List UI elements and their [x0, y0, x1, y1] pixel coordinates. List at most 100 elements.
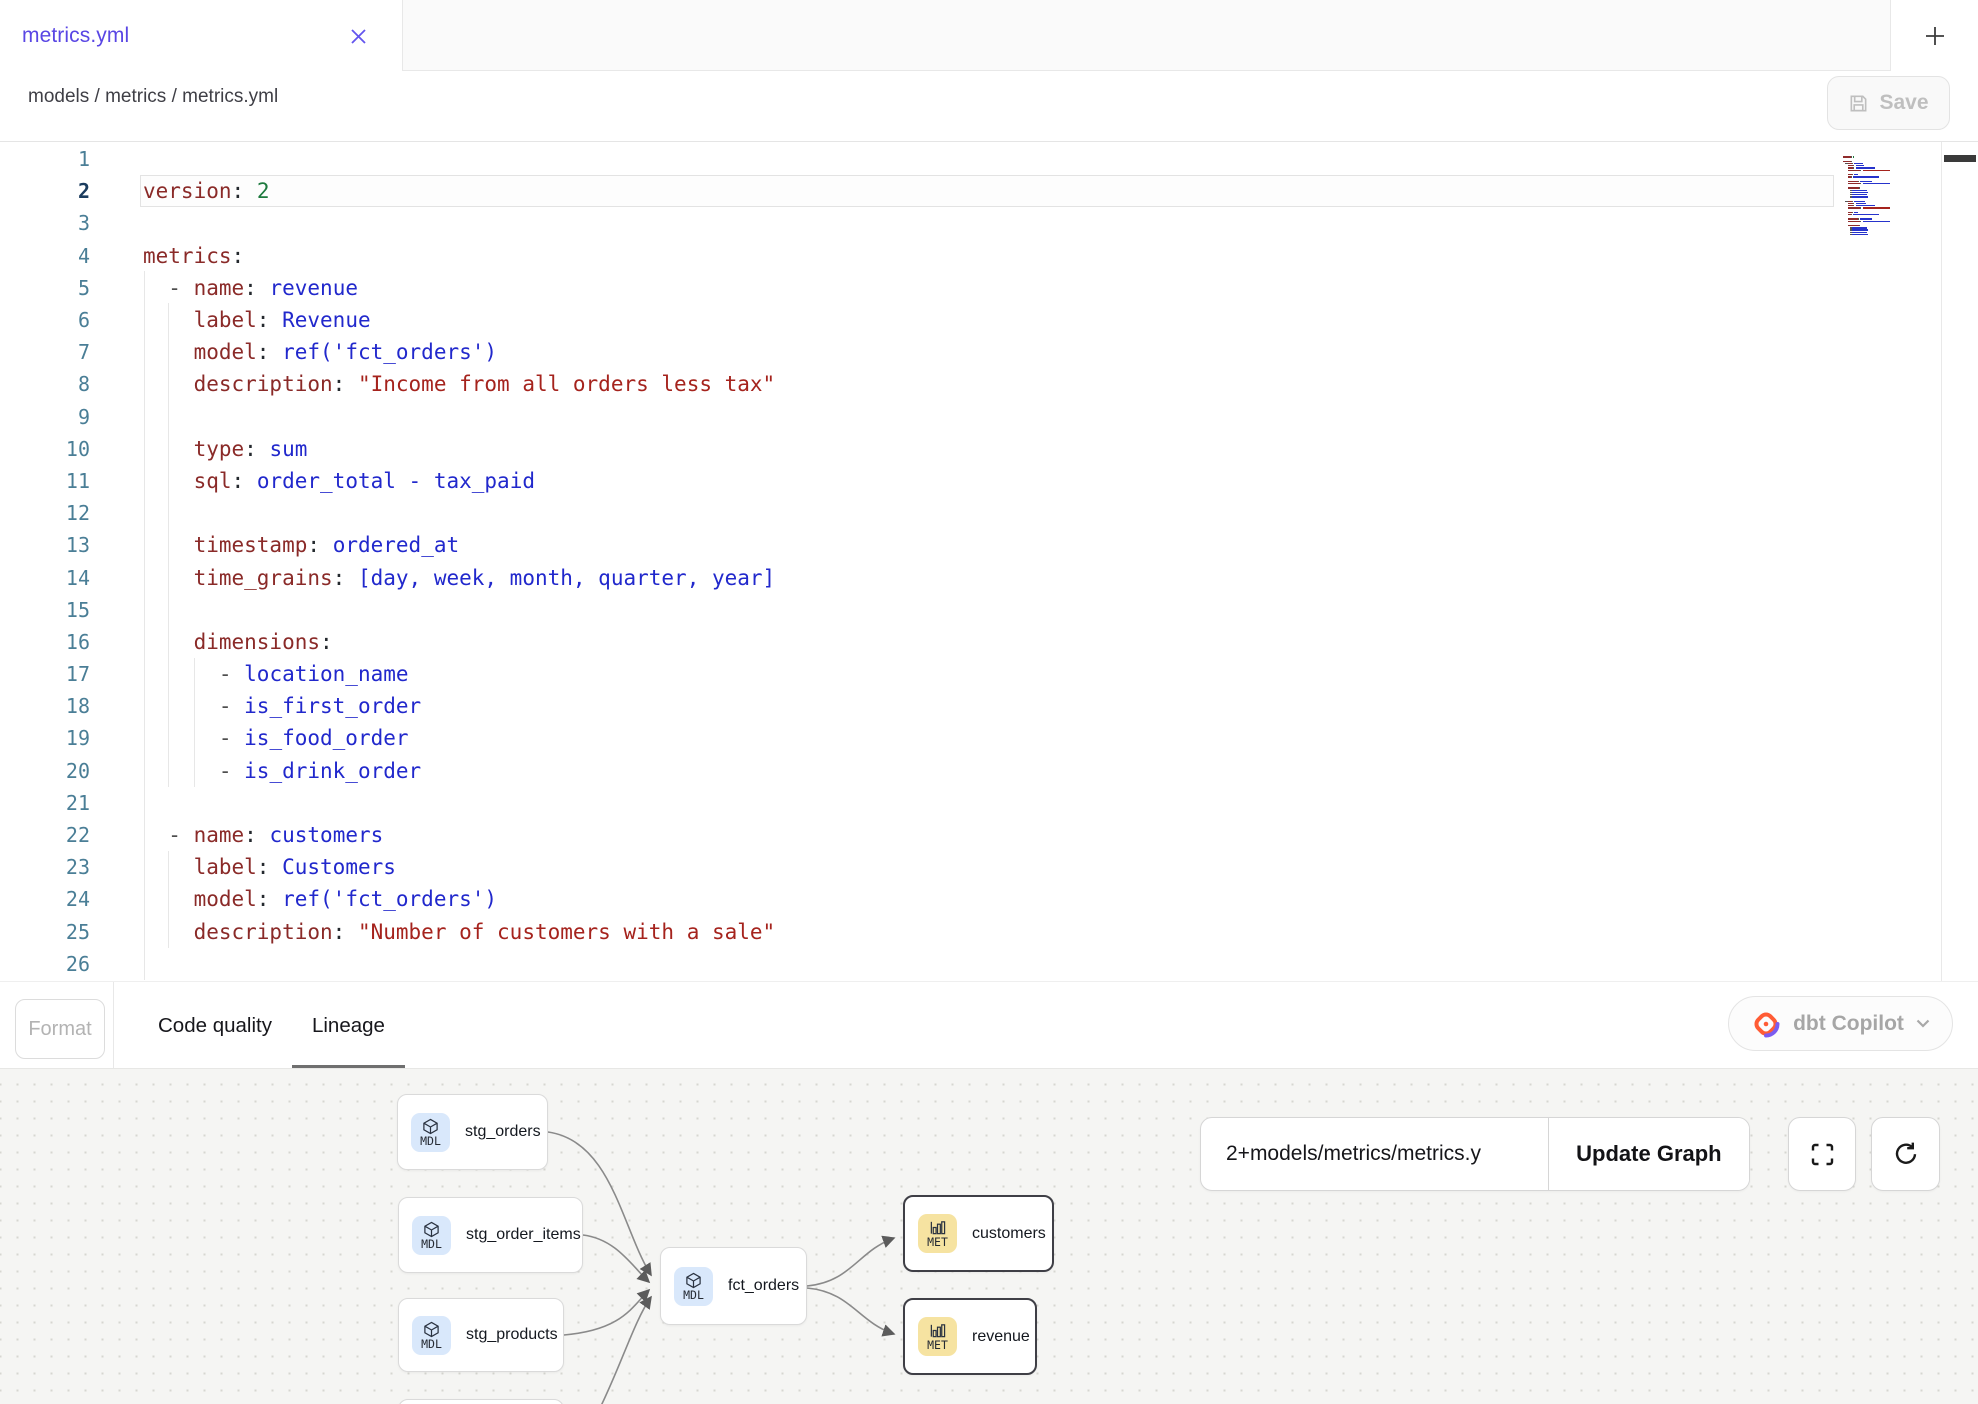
- scrollbar-thumb[interactable]: [1944, 155, 1976, 162]
- line-number: 12: [0, 501, 90, 525]
- editor-line[interactable]: 3: [0, 207, 1978, 239]
- save-label: Save: [1879, 91, 1928, 115]
- tab-metrics-yml[interactable]: metrics.yml: [0, 0, 402, 71]
- minimap-row: [1843, 185, 1890, 186]
- minimap-row: [1843, 170, 1890, 171]
- editor-right-separator: [1941, 142, 1942, 981]
- line-code: time_grains: [day, week, month, quarter,…: [90, 566, 775, 590]
- minimap-row: [1843, 201, 1890, 202]
- lineage-node-stg_order_items[interactable]: MDL stg_order_items: [398, 1197, 583, 1273]
- save-button[interactable]: Save: [1827, 76, 1950, 130]
- metric-chart-icon: [929, 1219, 946, 1236]
- minimap-row: [1843, 183, 1890, 184]
- close-tab-button[interactable]: [346, 24, 370, 48]
- refresh-button[interactable]: [1871, 1117, 1940, 1191]
- editor-line[interactable]: 14 time_grains: [day, week, month, quart…: [0, 561, 1978, 593]
- graph-filter-input[interactable]: [1201, 1118, 1548, 1190]
- editor-line[interactable]: 15: [0, 594, 1978, 626]
- line-number: 5: [0, 276, 90, 300]
- minimap-row: [1843, 190, 1890, 191]
- editor-line[interactable]: 6 label: Revenue: [0, 304, 1978, 336]
- editor-line[interactable]: 4metrics:: [0, 240, 1978, 272]
- editor-line[interactable]: 11 sql: order_total - tax_paid: [0, 465, 1978, 497]
- lineage-node-partial-node[interactable]: MDL: [398, 1399, 564, 1404]
- editor-line[interactable]: 12: [0, 497, 1978, 529]
- editor-line[interactable]: 1: [0, 143, 1978, 175]
- editor-line[interactable]: 10 type: sum: [0, 433, 1978, 465]
- minimap-row: [1843, 167, 1890, 168]
- minimap-row: [1843, 161, 1890, 162]
- line-number: 26: [0, 952, 90, 976]
- tab-code-quality[interactable]: Code quality: [138, 982, 292, 1069]
- editor-line[interactable]: 9: [0, 401, 1978, 433]
- badge-label: MDL: [683, 1290, 704, 1301]
- minimap[interactable]: [1843, 154, 1890, 236]
- editor-line[interactable]: 23 label: Customers: [0, 851, 1978, 883]
- line-number: 17: [0, 662, 90, 686]
- copilot-label: dbt Copilot: [1793, 1012, 1904, 1036]
- editor-line[interactable]: 24 model: ref('fct_orders'): [0, 883, 1978, 915]
- breadcrumb: models / metrics / metrics.yml: [28, 86, 278, 108]
- line-code: - name: customers: [90, 823, 383, 847]
- model-cube-icon: [423, 1321, 440, 1338]
- metric-chart-icon: [929, 1322, 946, 1339]
- editor-line[interactable]: 25 description: "Number of customers wit…: [0, 916, 1978, 948]
- editor-line[interactable]: 2version: 2: [0, 175, 1978, 207]
- editor-line[interactable]: 20 - is_drink_order: [0, 755, 1978, 787]
- chevron-down-icon: [1916, 1019, 1930, 1028]
- mdl-badge: MDL: [412, 1316, 451, 1355]
- line-number: 16: [0, 630, 90, 654]
- badge-label: MDL: [421, 1239, 442, 1250]
- line-code: - name: revenue: [90, 276, 358, 300]
- editor-line[interactable]: 22 - name: customers: [0, 819, 1978, 851]
- lineage-node-stg_products[interactable]: MDLstg_products: [398, 1298, 564, 1372]
- tab-lineage[interactable]: Lineage: [292, 982, 405, 1069]
- editor-line[interactable]: 26: [0, 948, 1978, 980]
- line-number: 4: [0, 244, 90, 268]
- minimap-row: [1843, 234, 1890, 235]
- save-icon: [1848, 93, 1869, 114]
- lineage-node-revenue[interactable]: METrevenue: [903, 1298, 1037, 1375]
- model-cube-icon: [422, 1118, 439, 1135]
- editor-line[interactable]: 19 - is_food_order: [0, 722, 1978, 754]
- line-code: - location_name: [90, 662, 409, 686]
- code-editor[interactable]: 12version: 234metrics:5 - name: revenue6…: [0, 141, 1978, 981]
- editor-line[interactable]: 16 dimensions:: [0, 626, 1978, 658]
- update-graph-button[interactable]: Update Graph: [1548, 1118, 1749, 1190]
- new-tab-button[interactable]: [1890, 0, 1978, 71]
- badge-label: MET: [927, 1340, 948, 1351]
- lineage-graph[interactable]: MDLstg_orders MDL stg_order_items MDLstg_pr…: [0, 1068, 1978, 1404]
- minimap-row: [1843, 218, 1890, 219]
- editor-line[interactable]: 21: [0, 787, 1978, 819]
- minimap-row: [1843, 156, 1890, 157]
- dbt-copilot-button[interactable]: dbt Copilot: [1728, 996, 1953, 1051]
- line-code: label: Revenue: [90, 308, 371, 332]
- editor-line[interactable]: 17 - location_name: [0, 658, 1978, 690]
- minimap-row: [1843, 192, 1890, 193]
- minimap-row: [1843, 214, 1890, 215]
- fullscreen-button[interactable]: [1788, 1117, 1856, 1191]
- minimap-row: [1843, 165, 1890, 166]
- editor-line[interactable]: 5 - name: revenue: [0, 272, 1978, 304]
- line-number: 3: [0, 211, 90, 235]
- lineage-node-fct_orders[interactable]: MDLfct_orders: [660, 1247, 807, 1325]
- format-button[interactable]: Format: [15, 999, 105, 1059]
- line-code: - is_drink_order: [90, 759, 421, 783]
- line-number: 9: [0, 405, 90, 429]
- minimap-row: [1843, 158, 1890, 159]
- editor-line[interactable]: 7 model: ref('fct_orders'): [0, 336, 1978, 368]
- node-label: stg_order_items: [466, 1226, 581, 1244]
- line-number: 24: [0, 887, 90, 911]
- edge-fct-customers: [807, 1238, 894, 1286]
- edge-fct-revenue: [807, 1288, 894, 1334]
- editor-line[interactable]: 13 timestamp: ordered_at: [0, 529, 1978, 561]
- mdl-badge: MDL: [412, 1216, 451, 1255]
- editor-line[interactable]: 18 - is_first_order: [0, 690, 1978, 722]
- line-number: 18: [0, 694, 90, 718]
- editor-line[interactable]: 8 description: "Income from all orders l…: [0, 368, 1978, 400]
- line-number: 7: [0, 340, 90, 364]
- lineage-node-stg_orders[interactable]: MDLstg_orders: [397, 1094, 548, 1170]
- minimap-row: [1843, 172, 1890, 173]
- minimap-row: [1843, 178, 1890, 179]
- lineage-node-customers[interactable]: METcustomers: [903, 1195, 1054, 1272]
